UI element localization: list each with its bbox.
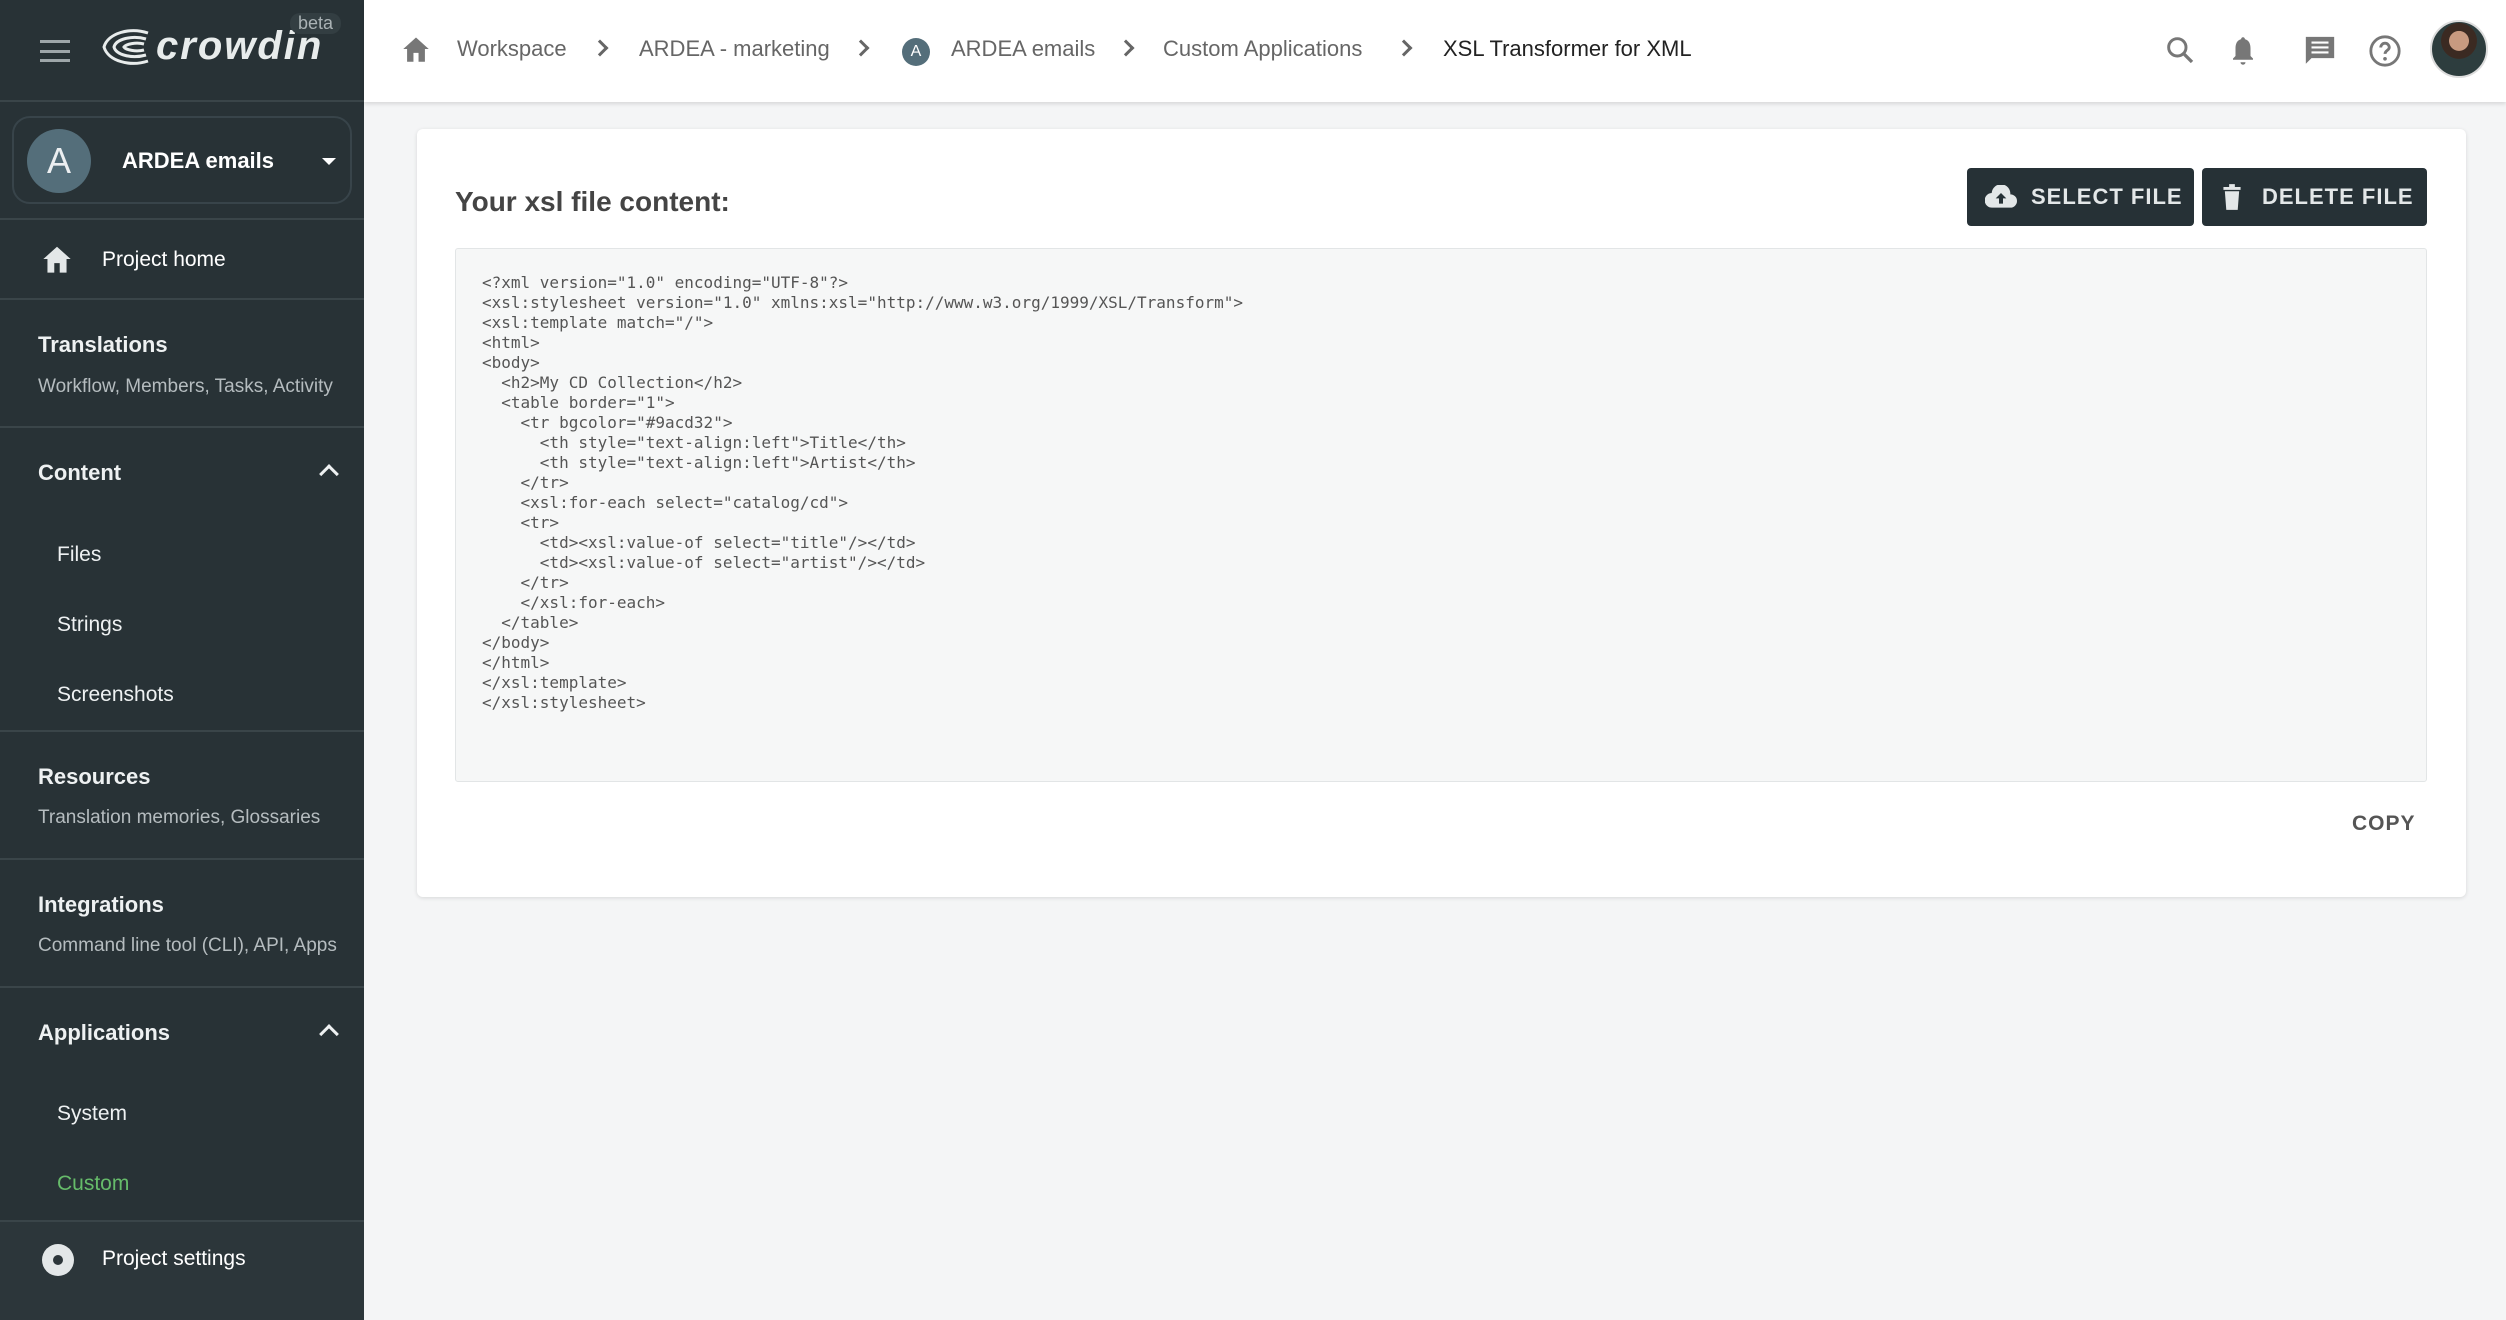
sidebar-item-custom[interactable]: Custom (57, 1172, 129, 1196)
sidebar-section-translations[interactable]: Translations (38, 332, 168, 358)
sidebar-item-project-home[interactable]: Project home (0, 222, 364, 298)
trash-icon (2223, 184, 2241, 210)
sidebar-item-label: Project home (102, 248, 226, 271)
caret-down-icon (322, 158, 336, 165)
select-file-button[interactable]: SELECT FILE (1967, 168, 2194, 226)
search-icon[interactable] (2164, 34, 2196, 66)
breadcrumb-project[interactable]: ARDEA emails (951, 36, 1095, 62)
sidebar-section-content[interactable]: Content (38, 460, 121, 486)
breadcrumb-project-avatar: A (902, 38, 930, 66)
sidebar: crowdin beta A ARDEA emails Project home… (0, 0, 364, 1320)
sidebar-section-subtitle: Command line tool (CLI), API, Apps (38, 935, 337, 956)
crowdin-logo-icon (102, 28, 149, 65)
sidebar-section-integrations[interactable]: Integrations (38, 892, 164, 918)
button-label: SELECT FILE (2031, 184, 2183, 209)
sidebar-section-resources[interactable]: Resources (38, 764, 151, 790)
delete-file-button[interactable]: DELETE FILE (2202, 168, 2427, 226)
home-icon[interactable] (400, 35, 432, 63)
project-name: ARDEA emails (122, 148, 275, 173)
sidebar-section-applications[interactable]: Applications (38, 1020, 170, 1046)
xsl-content-card: Your xsl file content: SELECT FILE DELET… (417, 129, 2466, 897)
project-avatar: A (27, 129, 91, 193)
chevron-right-icon (1395, 39, 1413, 57)
chevron-up-icon[interactable] (319, 1024, 339, 1044)
sidebar-item-project-settings[interactable]: Project settings (0, 1222, 364, 1320)
chat-icon[interactable] (2303, 34, 2337, 68)
help-icon[interactable] (2368, 34, 2402, 68)
top-bar: Workspace ARDEA - marketing A ARDEA emai… (364, 0, 2506, 102)
crowdin-logo[interactable]: crowdin (100, 24, 323, 69)
gear-icon (42, 1244, 74, 1276)
button-label: DELETE FILE (2262, 184, 2414, 209)
beta-badge: beta (290, 13, 342, 34)
copy-button[interactable]: COPY (2352, 812, 2416, 836)
breadcrumb-workspace[interactable]: Workspace (457, 36, 567, 62)
chevron-right-icon (591, 39, 609, 57)
sidebar-item-screenshots[interactable]: Screenshots (57, 683, 174, 707)
cloud-upload-icon (1985, 185, 2017, 208)
xsl-code-viewer[interactable]: <?xml version="1.0" encoding="UTF-8"?> <… (455, 248, 2427, 782)
bell-icon[interactable] (2228, 34, 2258, 68)
sidebar-item-label: Project settings (102, 1247, 246, 1270)
breadcrumb-group[interactable]: ARDEA - marketing (639, 36, 830, 62)
card-title: Your xsl file content: (455, 186, 730, 217)
avatar[interactable] (2430, 20, 2488, 78)
chevron-right-icon (852, 39, 870, 57)
breadcrumb-current: XSL Transformer for XML (1443, 36, 1692, 61)
home-icon (43, 246, 71, 273)
menu-icon[interactable] (40, 40, 70, 62)
sidebar-section-subtitle: Workflow, Members, Tasks, Activity (38, 376, 333, 397)
chevron-right-icon (1117, 39, 1135, 57)
breadcrumb-custom-applications[interactable]: Custom Applications (1163, 36, 1362, 62)
project-selector[interactable]: A ARDEA emails (12, 116, 352, 204)
sidebar-item-strings[interactable]: Strings (57, 613, 122, 637)
sidebar-section-subtitle: Translation memories, Glossaries (38, 807, 321, 828)
sidebar-item-system[interactable]: System (57, 1102, 127, 1126)
sidebar-item-files[interactable]: Files (57, 543, 101, 567)
chevron-up-icon[interactable] (319, 464, 339, 484)
